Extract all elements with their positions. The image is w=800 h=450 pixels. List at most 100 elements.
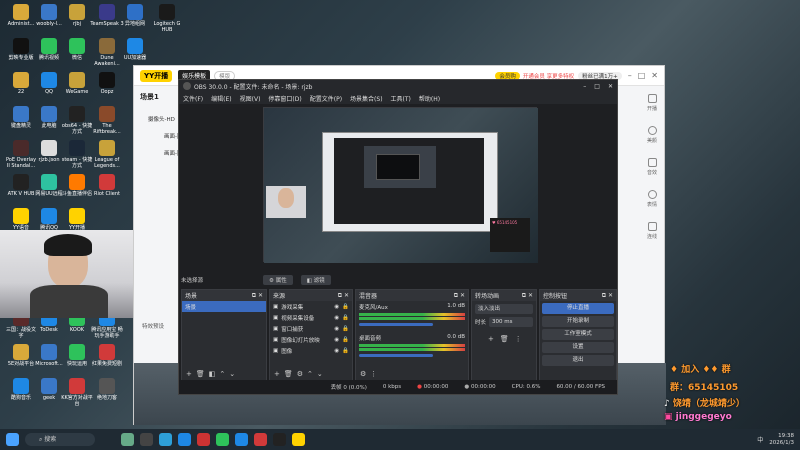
properties-button[interactable]: ⚙ 属性: [263, 275, 293, 285]
app-icon: [13, 4, 29, 20]
wechat-icon[interactable]: [216, 433, 229, 446]
close-icon[interactable]: ✕: [651, 71, 658, 80]
scene-row[interactable]: 场景: [182, 301, 266, 312]
studio-mode-button[interactable]: 工作室模式: [542, 329, 614, 340]
add-icon[interactable]: +: [488, 335, 494, 343]
add-icon[interactable]: +: [274, 370, 280, 378]
start-icon[interactable]: [6, 433, 19, 446]
source-row[interactable]: ▣ 图像 ◉ 🔒: [270, 345, 352, 356]
start-record-button[interactable]: 开始录制: [542, 316, 614, 327]
app-icon[interactable]: [254, 433, 267, 446]
tool-item[interactable]: 美颜: [644, 126, 660, 158]
desktop-icon[interactable]: Logitech G HUB: [150, 4, 184, 33]
menu-item[interactable]: 工具(T): [391, 94, 411, 103]
desktop-icon[interactable]: 斗鱼直播伴侣: [60, 174, 94, 198]
up-icon[interactable]: ⌃: [307, 370, 313, 378]
desktop-icon[interactable]: KK官方对战平台: [60, 378, 94, 407]
desktop-icon[interactable]: YY开播: [60, 208, 94, 232]
close-icon[interactable]: ✕: [608, 83, 613, 90]
menu-item[interactable]: 场景集合(S): [350, 94, 383, 103]
tool-item[interactable]: 连线: [644, 222, 660, 254]
delete-icon[interactable]: 🗑: [196, 370, 205, 378]
lock-icon[interactable]: 🔒: [342, 326, 349, 332]
maximize-icon[interactable]: □: [638, 71, 646, 80]
tool-item[interactable]: 音效: [644, 158, 660, 190]
down-icon[interactable]: ⌄: [317, 370, 323, 378]
eye-icon[interactable]: ◉: [334, 315, 339, 321]
desktop-icon[interactable]: 红果免费短剧: [90, 344, 124, 368]
desktop-icon[interactable]: The Riftbreak...: [90, 106, 124, 135]
lock-icon[interactable]: 🔒: [342, 337, 349, 343]
lock-icon[interactable]: 🔒: [342, 304, 349, 310]
transition-select[interactable]: 淡入淡出: [475, 304, 533, 314]
menu-item[interactable]: 停靠窗口(D): [268, 94, 301, 103]
desktop-icon[interactable]: UU加速器: [118, 38, 152, 62]
tool-item[interactable]: 表情: [644, 190, 660, 222]
add-icon[interactable]: +: [186, 370, 192, 378]
source-row[interactable]: ▣ 视频采集设备 ◉ 🔒: [270, 312, 352, 323]
menu-icon[interactable]: ⋮: [370, 370, 377, 378]
clock[interactable]: 19:38 2026/1/3: [769, 433, 794, 446]
taskbar: ⌕ 搜索 中 19:38 2026/1/3: [0, 429, 800, 450]
volume-slider[interactable]: [359, 323, 434, 326]
scenes-title: 场景: [185, 293, 198, 300]
widget-icon[interactable]: [121, 433, 134, 446]
yy-taskbar-icon[interactable]: [292, 433, 305, 446]
desktop-icon[interactable]: 微信: [60, 38, 94, 62]
desktop-icon[interactable]: 异地组网: [118, 4, 152, 28]
up-icon[interactable]: ⌃: [219, 370, 225, 378]
menu-item[interactable]: 帮助(H): [419, 94, 440, 103]
menu-item[interactable]: 文件(F): [183, 94, 203, 103]
desktop-icon[interactable]: Riot Client: [90, 174, 124, 198]
filters-button[interactable]: ◧ 滤镜: [300, 275, 331, 285]
source-row[interactable]: ▣ 窗口捕获 ◉ 🔒: [270, 323, 352, 334]
desktop-icon[interactable]: rjbj: [60, 4, 94, 28]
mixer-title: 混音器: [359, 293, 378, 300]
down-icon[interactable]: ⌄: [229, 370, 235, 378]
source-row[interactable]: ▣ 游戏采集 ◉ 🔒: [270, 301, 352, 312]
desktop-icon[interactable]: 绝地刀客: [90, 378, 124, 402]
desktop-icon[interactable]: 快玩运用: [60, 344, 94, 368]
eye-icon[interactable]: ◉: [334, 348, 339, 354]
desktop-icon[interactable]: League of Legends...: [90, 140, 124, 169]
gear-icon[interactable]: ⚙: [360, 370, 366, 378]
desktop-icon[interactable]: WeGame: [60, 72, 94, 96]
lock-icon[interactable]: 🔒: [342, 315, 349, 321]
desktop-icon[interactable]: obs64 - 快捷方式: [60, 106, 94, 135]
menu-icon[interactable]: ⋮: [515, 335, 522, 343]
menu-item[interactable]: 配置文件(P): [310, 94, 342, 103]
settings-button[interactable]: 设置: [542, 342, 614, 353]
effects-label[interactable]: 特效预设: [142, 322, 164, 330]
taskview-icon[interactable]: [140, 433, 153, 446]
app-icon[interactable]: [197, 433, 210, 446]
duration-input[interactable]: 300 ms: [489, 317, 533, 327]
stop-stream-button[interactable]: 停止直播: [542, 303, 614, 314]
app-icon[interactable]: [178, 433, 191, 446]
eye-icon[interactable]: ◉: [334, 326, 339, 332]
lock-icon[interactable]: 🔒: [342, 348, 349, 354]
minimize-icon[interactable]: –: [583, 83, 586, 90]
app-icon: [41, 140, 57, 156]
delete-icon[interactable]: 🗑: [284, 370, 293, 378]
menu-item[interactable]: 编辑(E): [211, 94, 231, 103]
volume-slider[interactable]: [359, 354, 434, 357]
menu-item[interactable]: 视图(V): [240, 94, 261, 103]
desktop-icon[interactable]: Oopz: [90, 72, 124, 96]
lang-indicator[interactable]: 中: [757, 435, 763, 444]
eye-icon[interactable]: ◉: [334, 304, 339, 310]
tool-item[interactable]: 开播: [644, 94, 660, 126]
source-row[interactable]: ▣ 图像幻灯片放映 ◉ 🔒: [270, 334, 352, 345]
maximize-icon[interactable]: □: [594, 83, 600, 90]
edge-icon[interactable]: [159, 433, 172, 446]
right-toolbar: 开播 美颜 音效 表情 连线: [644, 94, 660, 254]
obs-taskbar-icon[interactable]: [273, 433, 286, 446]
gear-icon[interactable]: ⚙: [297, 370, 303, 378]
delete-icon[interactable]: 🗑: [500, 335, 509, 343]
exit-button[interactable]: 退出: [542, 355, 614, 366]
minimize-icon[interactable]: –: [628, 71, 632, 80]
eye-icon[interactable]: ◉: [334, 337, 339, 343]
search-box[interactable]: ⌕ 搜索: [25, 433, 95, 446]
filter-icon[interactable]: ◧: [209, 370, 216, 378]
app-icon[interactable]: [235, 433, 248, 446]
desktop-icon[interactable]: steam - 快捷方式: [60, 140, 94, 169]
